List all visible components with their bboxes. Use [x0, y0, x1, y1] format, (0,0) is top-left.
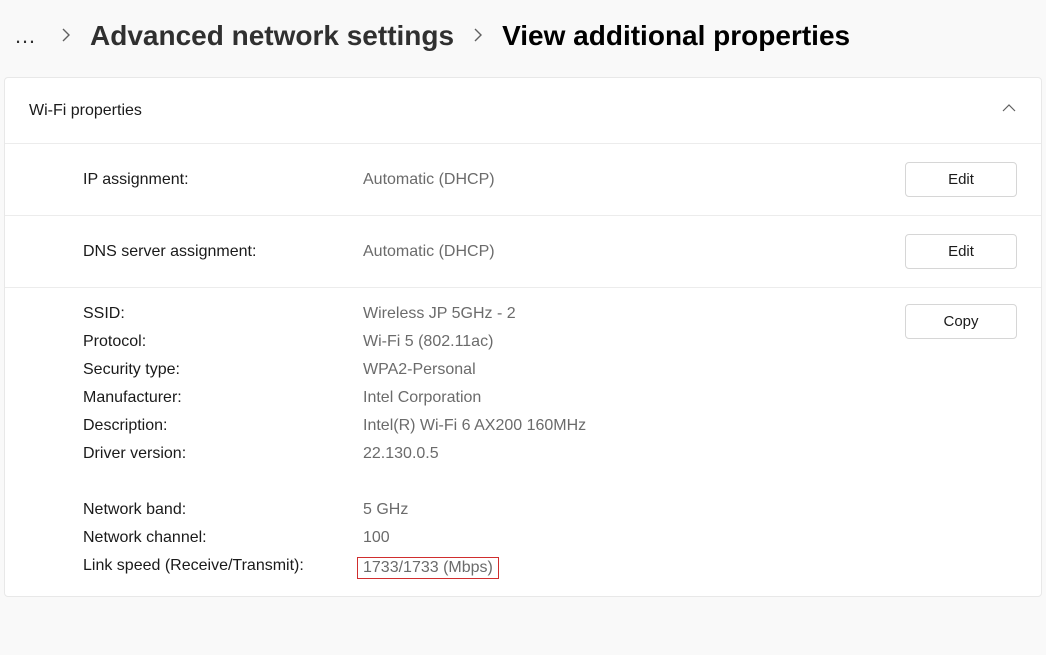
details-block: SSID: Wireless JP 5GHz - 2 Protocol: Wi-… — [5, 287, 1041, 596]
detail-manufacturer: Manufacturer: Intel Corporation — [83, 384, 905, 412]
detail-label: Network band: — [83, 501, 363, 519]
detail-label: Driver version: — [83, 445, 363, 463]
detail-label: Network channel: — [83, 529, 363, 547]
detail-value: WPA2-Personal — [363, 361, 476, 379]
detail-value: 5 GHz — [363, 501, 408, 519]
detail-label: SSID: — [83, 305, 363, 323]
breadcrumb-prev[interactable]: Advanced network settings — [90, 20, 454, 52]
breadcrumb-current: View additional properties — [502, 20, 850, 52]
detail-driver: Driver version: 22.130.0.5 — [83, 440, 905, 468]
detail-label: Manufacturer: — [83, 389, 363, 407]
panel-header[interactable]: Wi-Fi properties — [5, 78, 1041, 143]
copy-button[interactable]: Copy — [905, 304, 1017, 339]
ip-assignment-value: Automatic (DHCP) — [363, 171, 905, 189]
dns-assignment-row: DNS server assignment: Automatic (DHCP) … — [5, 215, 1041, 287]
detail-value: Wi-Fi 5 (802.11ac) — [363, 333, 493, 351]
detail-label: Security type: — [83, 361, 363, 379]
edit-ip-button[interactable]: Edit — [905, 162, 1017, 197]
copy-column: Copy — [905, 300, 1017, 339]
ip-assignment-row: IP assignment: Automatic (DHCP) Edit — [5, 143, 1041, 215]
detail-description: Description: Intel(R) Wi-Fi 6 AX200 160M… — [83, 412, 905, 440]
detail-channel: Network channel: 100 — [83, 524, 905, 552]
detail-protocol: Protocol: Wi-Fi 5 (802.11ac) — [83, 328, 905, 356]
detail-security: Security type: WPA2-Personal — [83, 356, 905, 384]
detail-label: Link speed (Receive/Transmit): — [83, 557, 363, 579]
chevron-right-icon — [470, 27, 486, 46]
detail-band: Network band: 5 GHz — [83, 496, 905, 524]
detail-label: Description: — [83, 417, 363, 435]
detail-value: Wireless JP 5GHz - 2 — [363, 305, 516, 323]
chevron-right-icon — [58, 27, 74, 46]
detail-value: Intel Corporation — [363, 389, 481, 407]
panel-title: Wi-Fi properties — [29, 102, 142, 120]
detail-label: Protocol: — [83, 333, 363, 351]
spacer — [83, 468, 905, 496]
breadcrumb: … Advanced network settings View additio… — [0, 0, 1046, 77]
link-speed-highlight: 1733/1733 (Mbps) — [357, 557, 499, 579]
detail-link-speed: Link speed (Receive/Transmit): 1733/1733… — [83, 552, 905, 584]
detail-value: 22.130.0.5 — [363, 445, 439, 463]
edit-dns-button[interactable]: Edit — [905, 234, 1017, 269]
detail-value: 1733/1733 (Mbps) — [363, 557, 499, 579]
ip-assignment-label: IP assignment: — [83, 171, 363, 189]
detail-value: 100 — [363, 529, 390, 547]
chevron-up-icon — [1001, 100, 1017, 121]
details-grid: SSID: Wireless JP 5GHz - 2 Protocol: Wi-… — [83, 300, 905, 584]
wifi-properties-panel: Wi-Fi properties IP assignment: Automati… — [4, 77, 1042, 597]
dns-assignment-label: DNS server assignment: — [83, 243, 363, 261]
breadcrumb-more-icon[interactable]: … — [10, 23, 42, 49]
detail-ssid: SSID: Wireless JP 5GHz - 2 — [83, 300, 905, 328]
detail-value: Intel(R) Wi-Fi 6 AX200 160MHz — [363, 417, 586, 435]
dns-assignment-value: Automatic (DHCP) — [363, 243, 905, 261]
